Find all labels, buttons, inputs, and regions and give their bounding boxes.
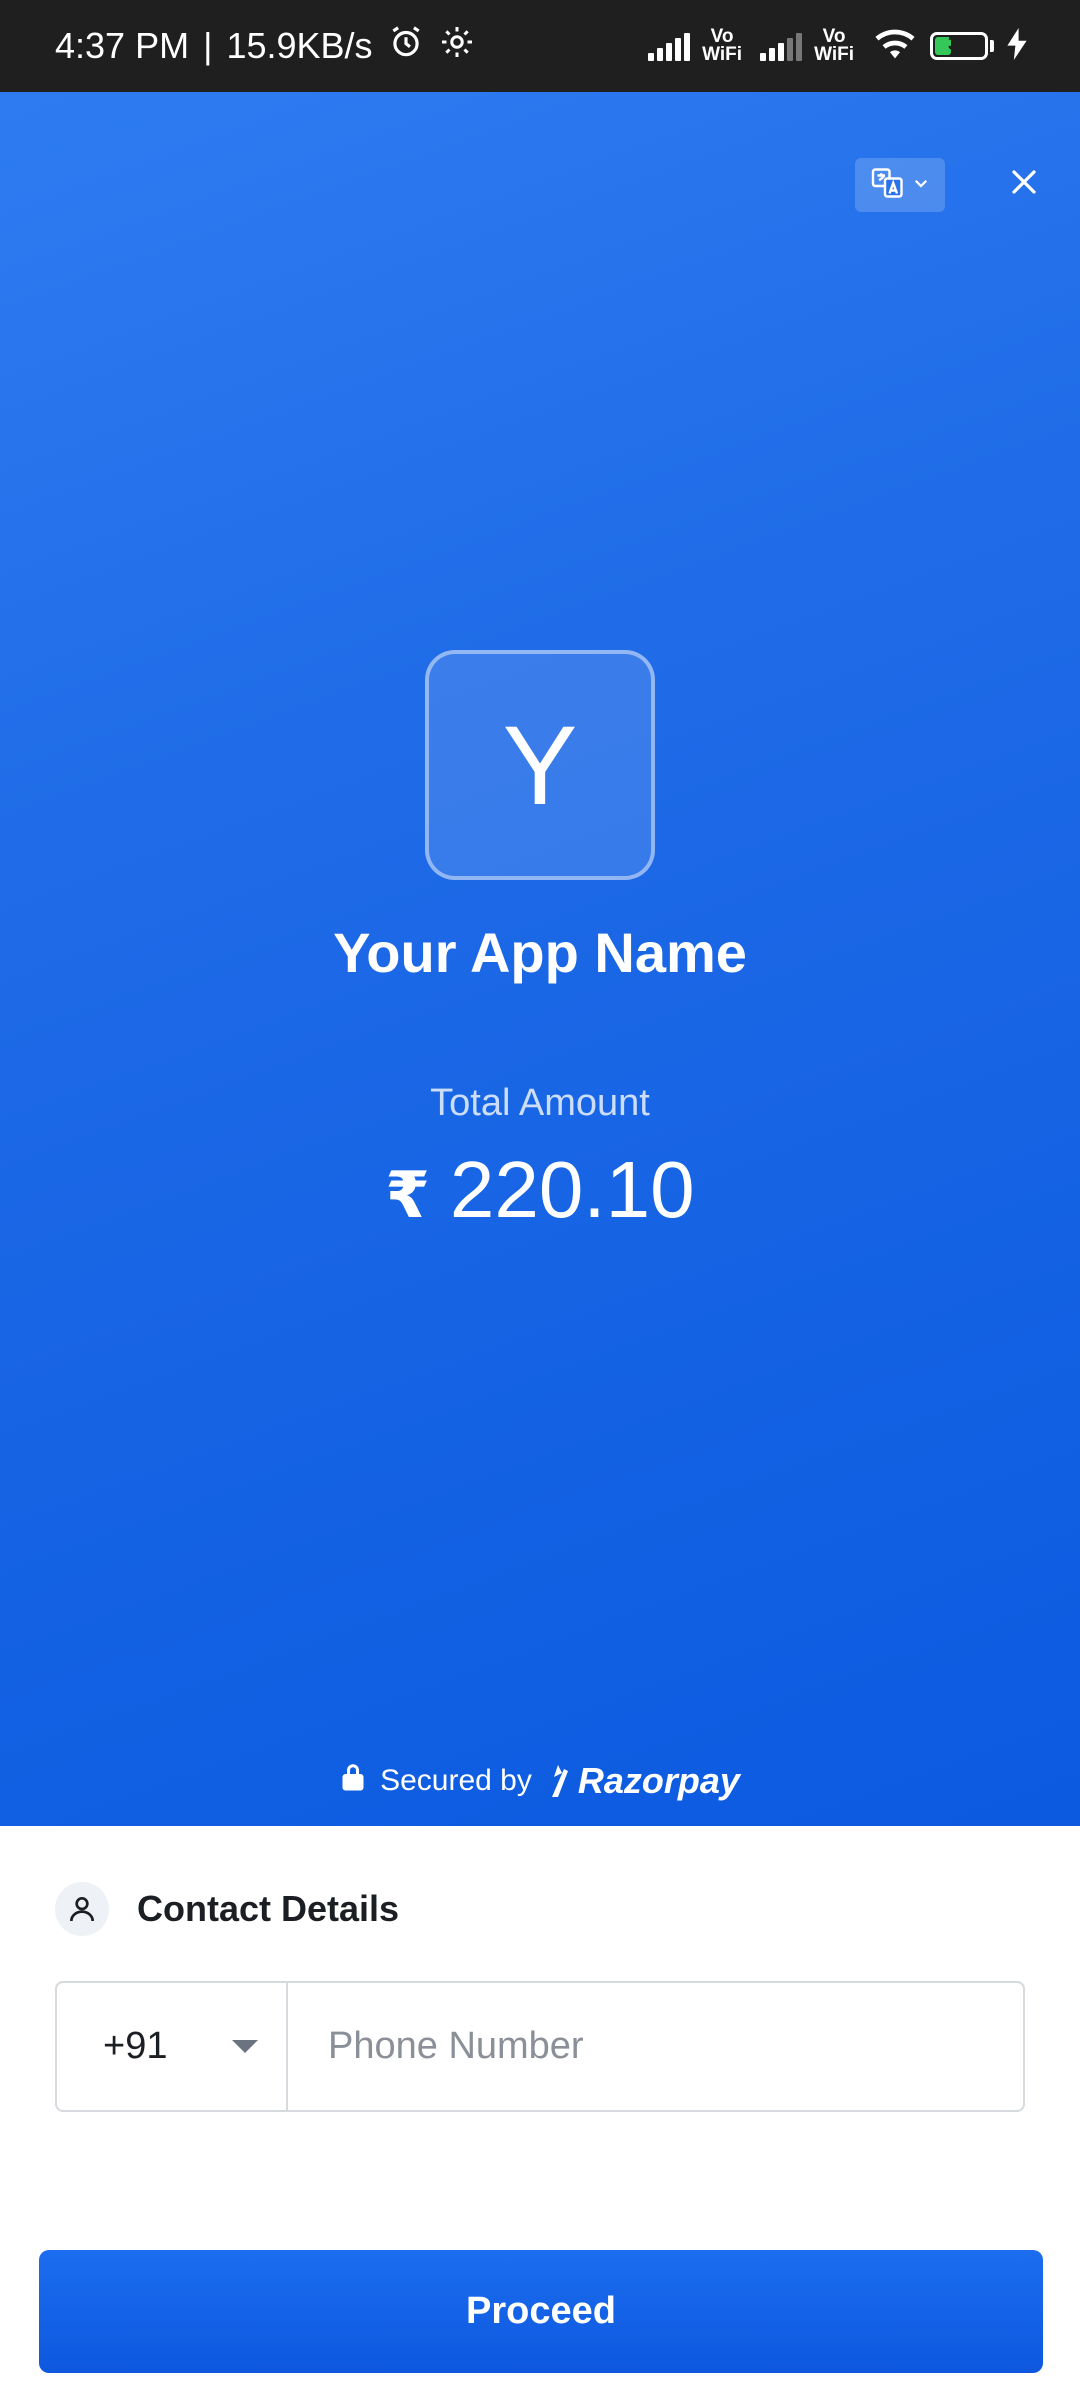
signal-icon-secondary bbox=[760, 31, 803, 61]
checkout-header: Y Your App Name Total Amount ₹220.10 Sec… bbox=[0, 92, 1080, 1826]
merchant-name: Your App Name bbox=[333, 921, 747, 984]
razorpay-brand-text: Razorpay bbox=[577, 1760, 740, 1801]
alarm-icon bbox=[387, 23, 425, 70]
chevron-down-icon bbox=[912, 174, 930, 197]
wifi-icon bbox=[872, 26, 918, 67]
contact-details-header: Contact Details bbox=[55, 1882, 399, 1936]
secured-by-badge: Secured by Razorpay bbox=[0, 1760, 1080, 1802]
close-button[interactable] bbox=[1000, 160, 1048, 208]
phone-field-group: +91 bbox=[55, 1981, 1025, 2112]
contact-details-title: Contact Details bbox=[137, 1888, 400, 1929]
status-bar: 4:37 PM | 15.9KB/s Vo WiFi Vo WiFi 31 bbox=[0, 0, 1080, 92]
language-selector-button[interactable] bbox=[855, 158, 945, 212]
proceed-button[interactable]: Proceed bbox=[39, 2250, 1043, 2373]
country-code-selector[interactable]: +91 bbox=[57, 1983, 288, 2110]
currency-symbol: ₹ bbox=[385, 1159, 430, 1231]
battery-nub bbox=[990, 40, 994, 52]
merchant-logo-letter: Y bbox=[502, 702, 578, 828]
secured-by-text: Secured by bbox=[380, 1764, 532, 1797]
translate-icon bbox=[870, 165, 906, 206]
status-left: 4:37 PM | 15.9KB/s bbox=[55, 0, 475, 92]
signal-icon bbox=[648, 31, 691, 61]
total-amount: ₹220.10 bbox=[0, 1144, 1080, 1236]
country-code-value: +91 bbox=[103, 2025, 168, 2067]
battery-icon: 31 bbox=[930, 32, 988, 60]
amount-value: 220.10 bbox=[449, 1145, 695, 1234]
merchant-logo: Y bbox=[425, 650, 655, 880]
vowifi-icon-secondary: Vo WiFi bbox=[814, 26, 854, 65]
razorpay-logo: Razorpay bbox=[546, 1760, 740, 1802]
settings-gear-icon bbox=[439, 24, 475, 69]
status-separator: | bbox=[203, 25, 213, 66]
network-speed: 15.9KB/s bbox=[226, 25, 373, 66]
phone-number-input[interactable] bbox=[288, 1982, 1023, 2111]
charging-bolt-icon bbox=[1006, 27, 1028, 65]
vowifi-icon: Vo WiFi bbox=[702, 26, 743, 65]
status-right: Vo WiFi Vo WiFi 31 bbox=[648, 0, 1028, 92]
caret-down-icon bbox=[232, 2040, 258, 2053]
lock-icon bbox=[340, 1762, 366, 1800]
close-icon bbox=[1009, 167, 1039, 202]
clock: 4:37 PM bbox=[55, 25, 190, 66]
total-amount-label: Total Amount bbox=[430, 1082, 650, 1124]
person-icon bbox=[55, 1882, 109, 1936]
